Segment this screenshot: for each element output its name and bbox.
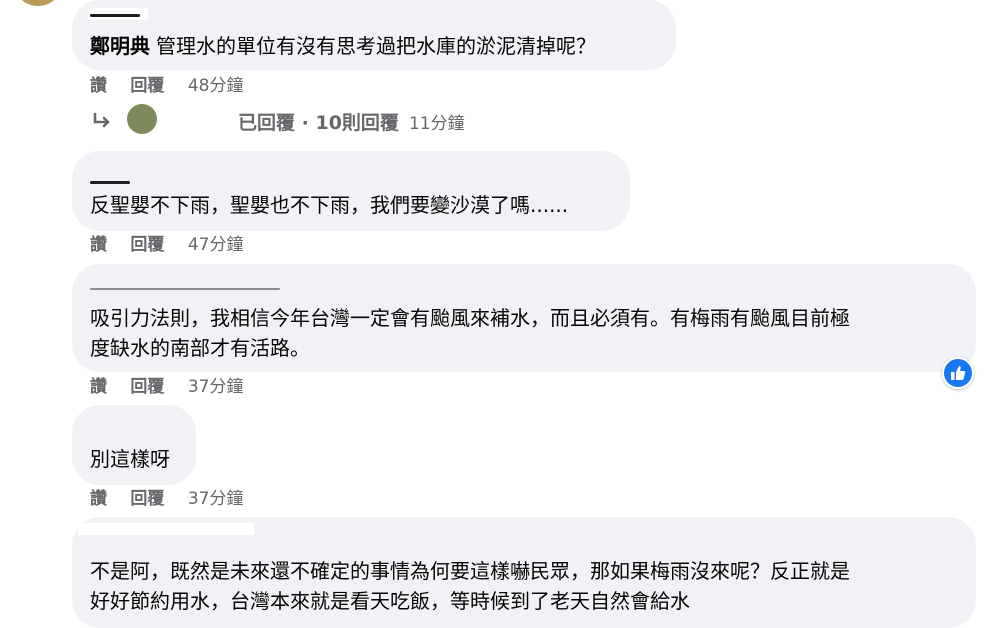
thumbs-up-icon[interactable] (942, 357, 974, 389)
reply-avatar[interactable] (127, 104, 157, 134)
avatar[interactable] (18, 0, 58, 6)
comment-timestamp[interactable]: 47分鐘 (188, 235, 244, 255)
replies-count[interactable]: 10則回覆 (315, 112, 398, 134)
comments-section: 鄭明典 管理水的單位有沒有思考過把水庫的淤泥清掉呢？ 讚 回覆 48分鐘 已回覆 … (0, 0, 999, 628)
redacted-name (78, 523, 254, 535)
comment-timestamp[interactable]: 48分鐘 (188, 76, 244, 96)
reply-arrow-icon (90, 110, 114, 134)
redacted-name-mark (90, 288, 280, 290)
comment-actions: 讚 回覆 37分鐘 (90, 488, 243, 510)
comment-bubble: 不是阿，既然是未來還不確定的事情為何要這樣嚇民眾，那如果梅雨沒來呢？反正就是 好… (72, 517, 976, 628)
reply-button[interactable]: 回覆 (130, 76, 164, 96)
reply-button[interactable]: 回覆 (130, 489, 164, 509)
reply-button[interactable]: 回覆 (130, 377, 164, 397)
comment-bubble: 別這樣呀 (72, 405, 196, 485)
redacted-name-mark (90, 14, 140, 17)
like-button[interactable]: 讚 (90, 235, 107, 255)
comment-timestamp[interactable]: 37分鐘 (188, 377, 244, 397)
comment-body-line-2: 度缺水的南部才有活路。 (90, 336, 310, 360)
comment-body-line-1: 不是阿，既然是未來還不確定的事情為何要這樣嚇民眾，那如果梅雨沒來呢？反正就是 (90, 559, 850, 583)
like-button[interactable]: 讚 (90, 377, 107, 397)
view-replies-link[interactable]: 已回覆 · 10則回覆 11分鐘 (238, 110, 465, 137)
comment-timestamp[interactable]: 37分鐘 (188, 489, 244, 509)
replies-separator: · (295, 112, 316, 134)
comment-bubble: 鄭明典 管理水的單位有沒有思考過把水庫的淤泥清掉呢？ (72, 0, 676, 70)
comment-actions: 讚 回覆 47分鐘 (90, 234, 243, 256)
comment-bubble: 反聖嬰不下雨，聖嬰也不下雨，我們要變沙漠了嗎...... (72, 151, 630, 231)
replies-timestamp: 11分鐘 (408, 114, 465, 134)
comment-text: 鄭明典 管理水的單位有沒有思考過把水庫的淤泥清掉呢？ (90, 30, 596, 62)
like-button[interactable]: 讚 (90, 489, 107, 509)
comment-body-line-1: 吸引力法則，我相信今年台灣一定會有颱風來補水，而且必須有。有梅雨有颱風目前極 (90, 306, 850, 330)
comment-actions: 讚 回覆 48分鐘 (90, 75, 243, 97)
comment-author[interactable]: 鄭明典 (90, 34, 150, 58)
redacted-name-mark (90, 181, 130, 184)
comment-body: 別這樣呀 (90, 447, 170, 471)
comment-body: 管理水的單位有沒有思考過把水庫的淤泥清掉呢？ (156, 34, 596, 58)
comment-body: 反聖嬰不下雨，聖嬰也不下雨，我們要變沙漠了嗎...... (90, 193, 569, 217)
reply-button[interactable]: 回覆 (130, 235, 164, 255)
replies-prefix[interactable]: 已回覆 (238, 112, 295, 134)
like-button[interactable]: 讚 (90, 76, 107, 96)
comment-bubble: 吸引力法則，我相信今年台灣一定會有颱風來補水，而且必須有。有梅雨有颱風目前極 度… (72, 264, 976, 372)
comment-body-line-2: 好好節約用水，台灣本來就是看天吃飯，等時候到了老天自然會給水 (90, 589, 690, 613)
comment-actions: 讚 回覆 37分鐘 (90, 376, 243, 398)
